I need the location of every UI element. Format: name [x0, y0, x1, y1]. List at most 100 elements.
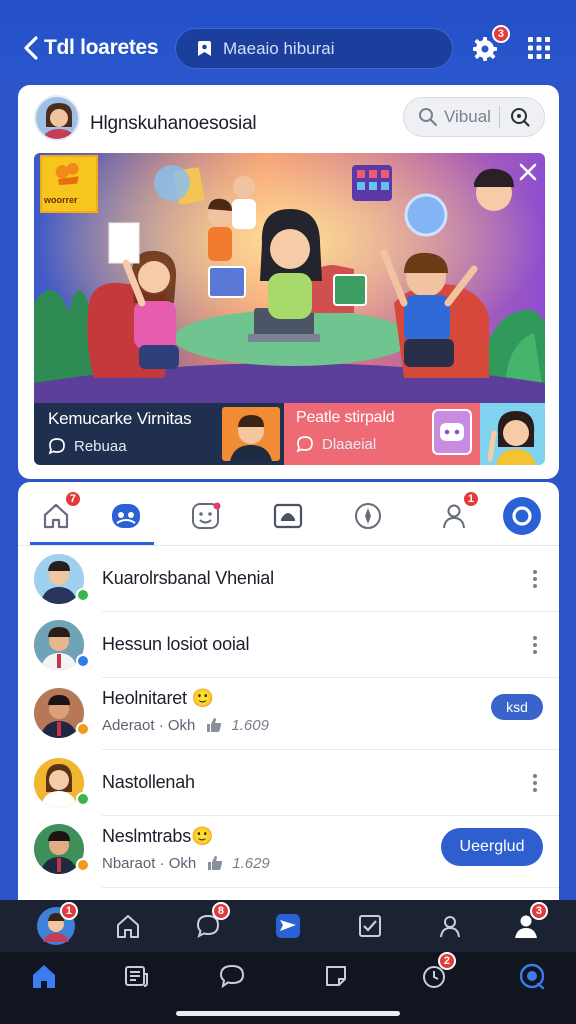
banner-thumb-girl	[480, 403, 545, 465]
compass-icon	[355, 503, 381, 529]
contact-name: Nastollenah	[102, 772, 195, 792]
row-divider	[102, 887, 559, 888]
status-dot	[76, 588, 90, 602]
more-options-icon[interactable]	[531, 772, 539, 794]
list-item[interactable]: Heolnitaret 🙂 Aderaot · Okh 1.609 ksd	[18, 678, 559, 750]
person-avatar-icon	[487, 411, 536, 465]
tab-people[interactable]: 1	[432, 490, 480, 536]
featured-banner[interactable]: woorrer Kemucarke Virnitas Rebuaa Peatle…	[34, 153, 545, 465]
tabbar-news[interactable]	[116, 956, 156, 996]
nav-profile[interactable]	[430, 906, 470, 946]
nav-chats-badge: 8	[211, 902, 230, 920]
tab-stickers[interactable]	[184, 496, 228, 536]
tab-people-badge: 1	[461, 490, 480, 508]
tabbar-home[interactable]	[24, 956, 64, 996]
status-dot	[76, 858, 90, 872]
search-bar[interactable]	[175, 28, 453, 69]
grid-icon	[528, 37, 550, 59]
banner-app-tile	[432, 409, 472, 455]
banner-left-subtitle: Rebuaa	[74, 437, 127, 455]
nav-chats[interactable]: 8	[188, 902, 230, 946]
banner-brand-logo: woorrer	[40, 155, 98, 213]
contact-meta-text: Aderaot · Okh	[102, 716, 196, 734]
tab-home-badge: 7	[63, 490, 82, 508]
like-icon	[207, 718, 222, 732]
tabbar-notes[interactable]	[316, 956, 356, 996]
contact-meta: Aderaot · Okh 1.609	[102, 716, 269, 734]
search-input[interactable]	[223, 38, 423, 59]
list-item[interactable]: Neslmtrabs🙂 Nbaraot · Okh 1.629 Ueerglud	[18, 816, 559, 888]
list-item[interactable]: Nastollenah	[18, 750, 559, 816]
back-label: Tdl loaretes	[44, 36, 159, 59]
gamepad-icon	[440, 423, 464, 441]
like-count: 1.629	[232, 854, 270, 872]
visual-search-label: Vibual	[444, 107, 491, 126]
profile-row: Hlgnskuhanoesosial Vibual	[34, 95, 545, 155]
more-options-icon[interactable]	[531, 634, 539, 656]
nav-my-avatar[interactable]: 1	[36, 902, 78, 946]
profile-avatar[interactable]	[34, 95, 80, 141]
close-icon[interactable]	[517, 161, 539, 183]
top-app-bar: Tdl loaretes 3	[0, 0, 576, 82]
tabbar-stories[interactable]	[512, 956, 552, 996]
person-avatar-icon	[230, 415, 272, 461]
tab-explore[interactable]	[346, 496, 390, 536]
like-icon	[208, 856, 223, 870]
status-dot	[76, 654, 90, 668]
contact-meta-text: Nbaraot · Okh	[102, 854, 197, 872]
tabbar-messages[interactable]	[212, 956, 252, 996]
community-icon	[112, 504, 140, 528]
news-icon	[125, 966, 148, 987]
list-item[interactable]: Hessun losiot ooial	[18, 612, 559, 678]
person-icon	[440, 916, 460, 938]
tab-home[interactable]: 7	[34, 490, 82, 536]
apps-grid-button[interactable]	[527, 36, 551, 60]
banner-thumb-man	[222, 407, 280, 461]
nav-contacts[interactable]: 3	[506, 902, 548, 946]
nav-contacts-badge: 3	[529, 902, 548, 920]
tabbar-alerts[interactable]: 2	[414, 952, 456, 996]
back-button[interactable]: Tdl loaretes	[22, 34, 159, 62]
chevron-left-icon	[24, 36, 38, 60]
person-avatar-icon	[36, 97, 78, 139]
row-action-button[interactable]: ksd	[491, 694, 543, 720]
nav-avatar-badge: 1	[59, 902, 78, 920]
status-dot	[76, 722, 90, 736]
like-count: 1.609	[231, 716, 269, 734]
chat-bubble-icon	[219, 964, 245, 989]
list-item[interactable]: Kuarolrsbanal Vhenial	[18, 546, 559, 612]
visual-search-pill[interactable]: Vibual	[403, 97, 545, 137]
contact-meta: Nbaraot · Okh 1.629	[102, 854, 270, 872]
more-options-icon[interactable]	[531, 568, 539, 590]
tabbar-alerts-badge: 2	[437, 952, 456, 970]
chat-bubble-icon	[48, 438, 65, 455]
contact-name: Heolnitaret 🙂	[102, 688, 214, 708]
contacts-panel: 7 1 Kuarolrsbanal Vhenial Hessun losiot …	[18, 482, 559, 902]
photo-frame-icon	[273, 503, 303, 529]
banner-strip: Kemucarke Virnitas Rebuaa Peatle stirpal…	[34, 403, 545, 465]
stories-icon	[519, 963, 545, 990]
active-tab-indicator	[30, 542, 154, 545]
profile-name: Hlgnskuhanoesosial	[90, 113, 257, 134]
badge-illustration-icon	[55, 162, 79, 186]
banner-illustration	[34, 153, 545, 403]
settings-button[interactable]: 3	[470, 25, 510, 63]
nav-home[interactable]	[108, 906, 148, 946]
contact-name: Kuarolrsbanal Vhenial	[102, 568, 274, 588]
send-icon	[276, 914, 300, 938]
bookmark-icon	[198, 41, 211, 56]
tab-community[interactable]	[104, 496, 148, 536]
chat-bubble-icon	[296, 436, 313, 453]
nav-send[interactable]	[268, 906, 308, 946]
sticker-face-icon	[192, 502, 221, 529]
zoom-icon[interactable]	[510, 107, 530, 127]
home-indicator	[176, 1011, 400, 1016]
tab-photos[interactable]	[266, 496, 310, 536]
feed-card: Hlgnskuhanoesosial Vibual woorrer Kemuca…	[18, 85, 559, 479]
nav-tasks[interactable]	[350, 906, 390, 946]
home-icon	[117, 915, 139, 938]
contact-name: Hessun losiot ooial	[102, 634, 250, 654]
row-primary-action-button[interactable]: Ueerglud	[441, 828, 543, 866]
tab-target[interactable]	[500, 496, 544, 536]
contact-name: Neslmtrabs🙂	[102, 826, 214, 846]
